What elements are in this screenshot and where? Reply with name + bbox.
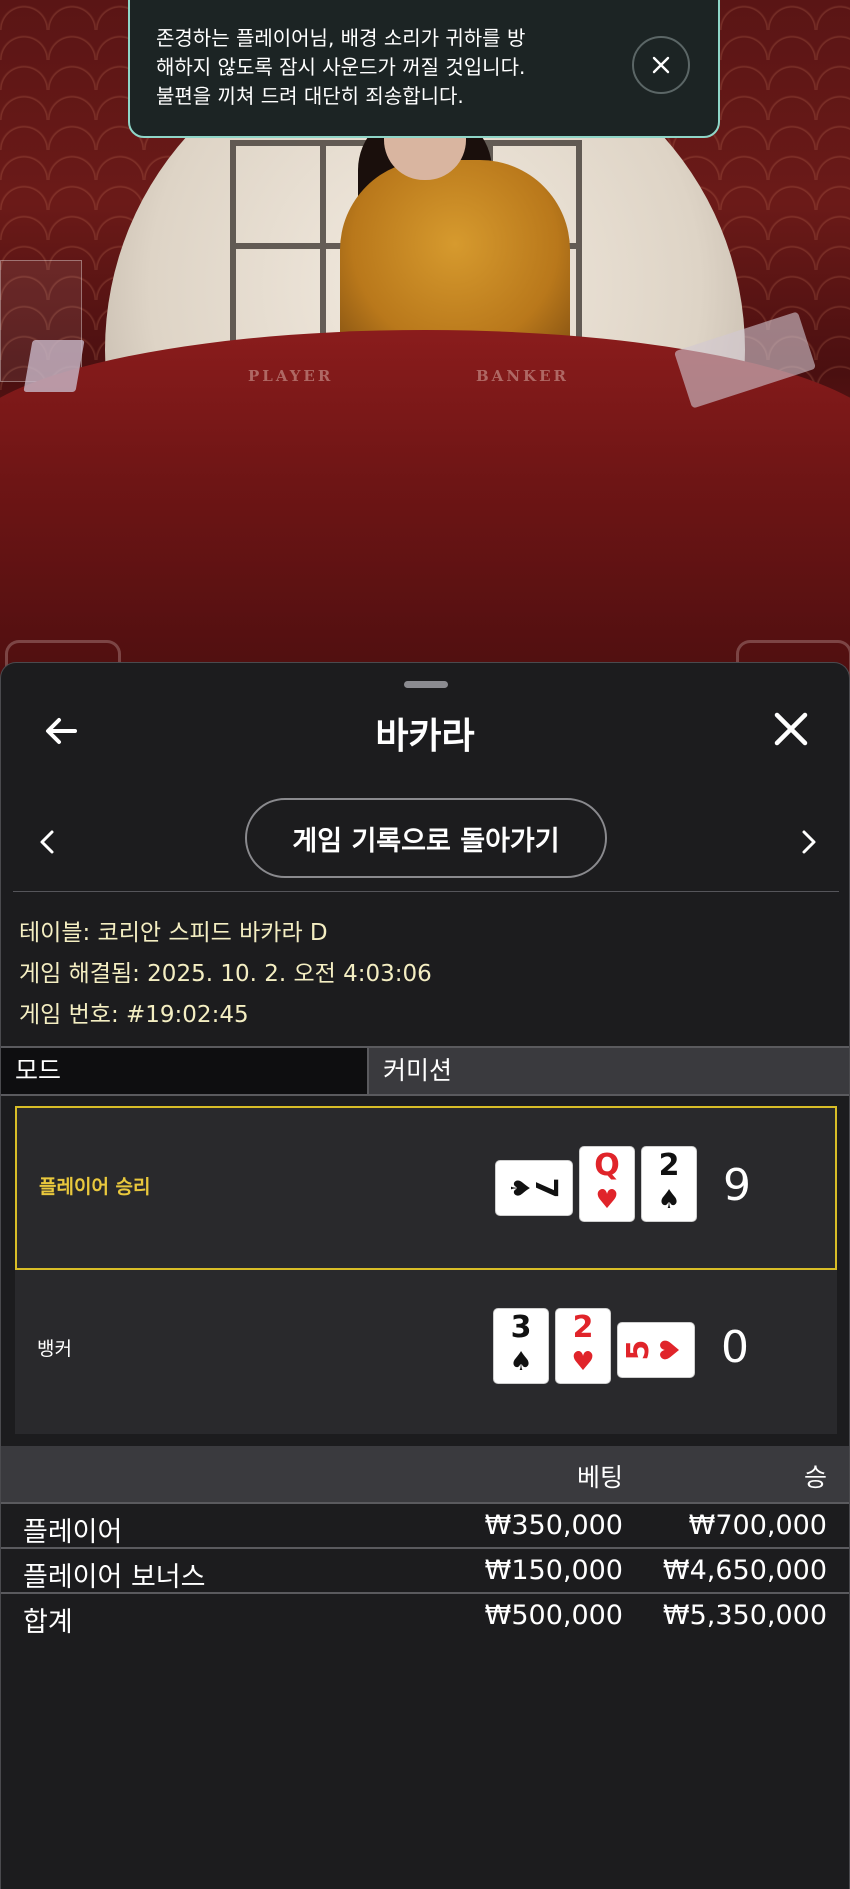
- card-suit: ♥: [656, 1338, 686, 1362]
- sound-notice-toast: 존경하는 플레이어님, 배경 소리가 귀하를 방 해하지 않도록 잠시 사운드가…: [128, 0, 720, 138]
- bet-column-header: 베팅: [576, 1463, 623, 1492]
- banker-score: 0: [721, 1322, 749, 1373]
- player-result-label: 플레이어 승리: [39, 1176, 151, 1198]
- card-rank: Q: [594, 1148, 620, 1183]
- toast-message: 존경하는 플레이어님, 배경 소리가 귀하를 방 해하지 않도록 잠시 사운드가…: [156, 26, 526, 108]
- win-amount: ₩4,650,000: [662, 1555, 827, 1586]
- close-icon: [652, 56, 670, 74]
- card-suit: ♥: [595, 1185, 619, 1215]
- bet-name: 합계: [23, 1607, 73, 1638]
- bet-name: 플레이어: [23, 1517, 123, 1548]
- mode-label: 모드: [1, 1048, 367, 1094]
- table-name: 테이블: 코리안 스피드 바카라 D: [19, 920, 328, 946]
- table-row: 플레이어 보너스 ₩150,000 ₩4,650,000: [1, 1547, 849, 1593]
- playing-card: 7 ♠: [495, 1160, 573, 1216]
- back-to-history-button[interactable]: 게임 기록으로 돌아가기: [245, 798, 607, 878]
- bet-amount: ₩150,000: [484, 1555, 623, 1586]
- banker-result-label: 뱅커: [37, 1338, 72, 1360]
- divider: [13, 891, 839, 892]
- game-detail-sheet: 바카라 게임 기록으로 돌아가기 테이블: 코리안 스피드 바카라 D 게임 해…: [0, 662, 850, 1889]
- sheet-grabber[interactable]: [404, 681, 448, 688]
- game-resolved-time: 게임 해결됨: 2025. 10. 2. 오전 4:03:06: [19, 961, 432, 987]
- bet-amount: ₩500,000: [484, 1600, 623, 1631]
- next-game-button[interactable]: [797, 825, 821, 859]
- playing-card: 3 ♠: [493, 1308, 549, 1384]
- win-amount: ₩700,000: [688, 1510, 827, 1541]
- player-score: 9: [723, 1160, 751, 1211]
- card-suit: ♥: [571, 1347, 595, 1377]
- mode-row: 모드 커미션: [1, 1046, 849, 1096]
- playing-card: 2 ♠: [641, 1146, 697, 1222]
- card-rank: 3: [510, 1310, 532, 1345]
- bet-table-header: 베팅 승: [1, 1446, 849, 1502]
- close-icon: [774, 712, 808, 746]
- bet-amount: ₩350,000: [484, 1510, 623, 1541]
- sheet-title: 바카라: [375, 716, 475, 757]
- banker-result-box: 뱅커 3 ♠ 2 ♥ 5 ♥ 0: [15, 1270, 837, 1434]
- table-label-player: PLAYER: [248, 367, 334, 385]
- card-suit: ♠: [509, 1347, 533, 1377]
- playing-card: 2 ♥: [555, 1308, 611, 1384]
- game-number: 게임 번호: #19:02:45: [19, 1002, 249, 1028]
- card-discard: [23, 340, 85, 392]
- sheet-close-button[interactable]: [771, 709, 811, 749]
- mode-value: 커미션: [367, 1048, 849, 1094]
- table-row-total: 합계 ₩500,000 ₩5,350,000: [1, 1592, 849, 1638]
- card-rank: 5: [621, 1339, 656, 1361]
- toast-close-button[interactable]: [632, 36, 690, 94]
- bet-name: 플레이어 보너스: [23, 1562, 206, 1593]
- playing-card: 5 ♥: [617, 1322, 695, 1378]
- table-row: 플레이어 ₩350,000 ₩700,000: [1, 1502, 849, 1548]
- card-suit: ♠: [504, 1176, 534, 1200]
- win-column-header: 승: [803, 1463, 827, 1492]
- playing-card: Q ♥: [579, 1146, 635, 1222]
- chevron-right-icon: [802, 830, 816, 854]
- prev-game-button[interactable]: [35, 825, 59, 859]
- card-rank: 2: [658, 1148, 680, 1183]
- table-label-banker: BANKER: [476, 367, 569, 385]
- chevron-left-icon: [40, 830, 54, 854]
- player-result-box: 플레이어 승리 7 ♠ Q ♥ 2 ♠ 9: [15, 1106, 837, 1270]
- win-amount: ₩5,350,000: [662, 1600, 827, 1631]
- card-rank: 2: [572, 1310, 594, 1345]
- card-suit: ♠: [657, 1185, 681, 1215]
